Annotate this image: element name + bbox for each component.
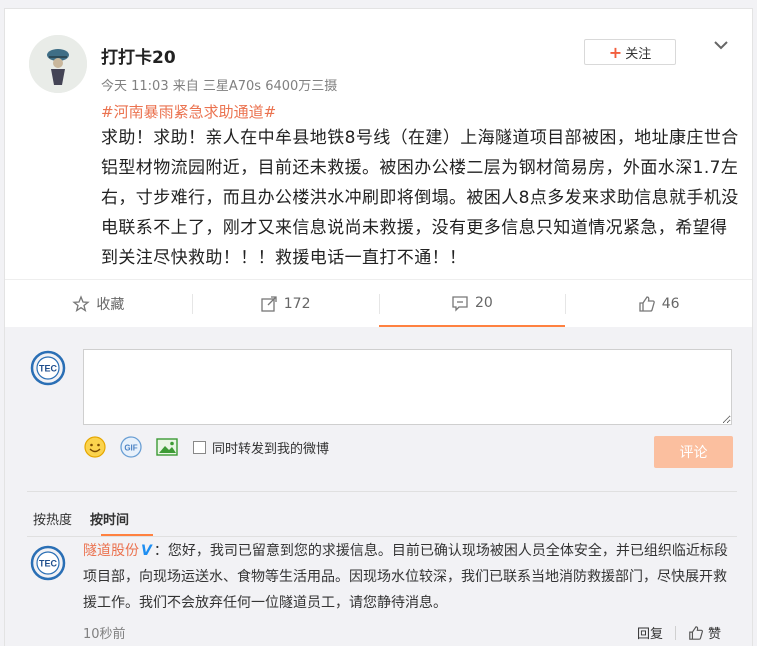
collect-label: 收藏 [96, 296, 125, 313]
submit-comment-button[interactable]: 评论 [654, 436, 733, 468]
thumbs-up-icon[interactable] [688, 625, 704, 641]
comment-actions: 回复 赞 [637, 623, 721, 642]
repost-button[interactable]: 172 [191, 280, 379, 327]
collect-button[interactable]: 收藏 [5, 280, 192, 327]
image-icon[interactable] [155, 435, 179, 459]
sort-by-time[interactable]: 按时间 [90, 509, 129, 528]
comment-button[interactable]: 20 [378, 280, 566, 327]
comment-time: 10秒前 [83, 627, 126, 642]
gif-icon[interactable]: GIF [119, 435, 143, 459]
chevron-down-icon[interactable] [709, 35, 733, 55]
svg-text:GIF: GIF [124, 444, 137, 453]
reply-button[interactable]: 回复 [637, 623, 663, 642]
star-icon [72, 294, 91, 312]
divider [27, 536, 737, 537]
like-count: 46 [661, 295, 680, 312]
repost-checkbox[interactable] [193, 440, 206, 454]
username[interactable]: 打打卡20 [101, 43, 176, 68]
comment-tools: GIF 同时转发到我的微博 [83, 435, 329, 459]
follow-label: 关注 [625, 46, 652, 62]
hashtag-link[interactable]: #河南暴雨紧急求助通道# [101, 101, 276, 122]
comment-section: TEC GIF 同时转发到我的微博 评论 按热度 按时间 TEC 隧道股份 V … [5, 327, 752, 646]
weibo-post-card: 打打卡20 今天 11:03 来自 三星A70s 6400万三摄 + 关注 #河… [4, 8, 753, 646]
like-button[interactable]: 46 [565, 280, 752, 327]
thumbs-up-icon [639, 295, 655, 312]
plus-icon: + [608, 42, 623, 62]
divider [675, 625, 677, 640]
current-user-avatar: TEC [29, 349, 67, 387]
repost-checkbox-label: 同时转发到我的微博 [212, 441, 330, 457]
post-meta: 今天 11:03 来自 三星A70s 6400万三摄 [101, 79, 338, 94]
comment-item: 隧道股份 V ：您好，我司已留意到您的求援信息。目前已确认现场被困人员全体安全，并已… [83, 538, 733, 616]
commenter-avatar[interactable]: TEC [29, 544, 67, 582]
sort-by-hot[interactable]: 按热度 [33, 509, 72, 528]
comment-like-label[interactable]: 赞 [708, 623, 721, 642]
post-body: 求助！求助！亲人在中牟县地铁8号线（在建）上海隧道项目部被困，地址康庄世合铝型材… [101, 128, 739, 268]
user-avatar[interactable] [29, 35, 87, 93]
post-action-bar: 收藏 172 20 46 [5, 279, 752, 327]
comment-sort: 按热度 按时间 [33, 509, 147, 528]
comment-icon [452, 295, 468, 312]
verified-badge-icon: V [141, 543, 152, 559]
comment-input[interactable] [83, 349, 732, 425]
emoji-icon[interactable] [83, 435, 107, 459]
comment-count: 20 [474, 294, 493, 311]
divider [27, 491, 737, 492]
comment-text: ：您好，我司已留意到您的求援信息。目前已确认现场被困人员全体安全，并已组织临近标… [83, 543, 728, 611]
commenter-name[interactable]: 隧道股份 [83, 543, 139, 559]
repost-count: 172 [283, 295, 311, 312]
tec-logo-text: TEC [39, 364, 58, 374]
share-icon [261, 295, 277, 312]
tec-logo-text: TEC [39, 559, 58, 569]
follow-button[interactable]: + 关注 [584, 39, 676, 65]
